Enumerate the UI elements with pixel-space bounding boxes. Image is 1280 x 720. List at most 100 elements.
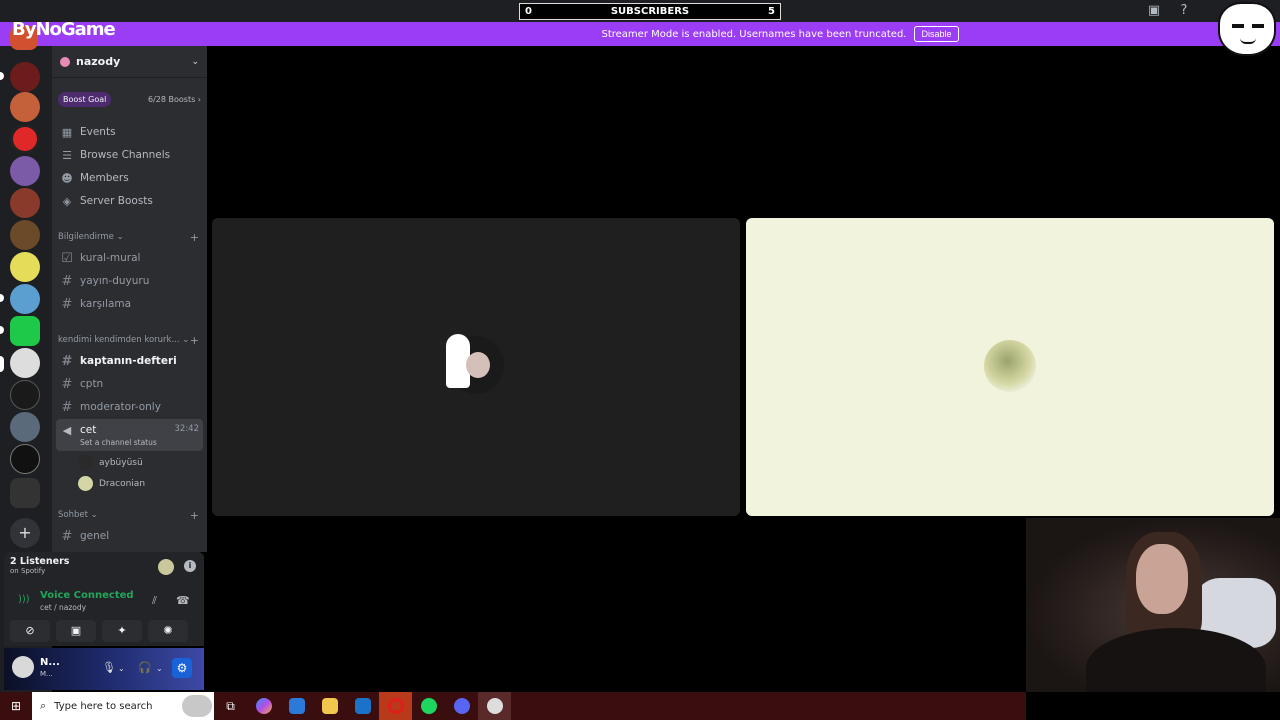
server-icon[interactable] (10, 62, 40, 92)
server-icon[interactable] (10, 316, 40, 346)
tile-avatar (984, 340, 1036, 392)
copilot-icon[interactable] (247, 692, 280, 720)
soundboard-icon[interactable]: ✺ (148, 620, 188, 642)
user-name[interactable]: N... (40, 657, 60, 668)
hash-icon: # (61, 376, 73, 392)
noise-suppression-icon[interactable]: ⫽ (152, 594, 157, 608)
channel-kural-mural[interactable]: ☑ kural-mural (56, 247, 203, 269)
voice-user-name: aybüyüsü (99, 457, 143, 468)
server-icon[interactable] (10, 188, 40, 218)
boost-icon: ◈ (62, 194, 72, 208)
voice-tile[interactable] (746, 218, 1274, 516)
server-icon[interactable] (10, 348, 40, 378)
nav-browse-channels[interactable]: ☰ Browse Channels (56, 144, 203, 166)
headphones-icon[interactable]: 🎧 (138, 661, 152, 674)
webcam-overlay (1026, 518, 1280, 692)
guild-name: nazody (76, 55, 121, 68)
add-channel-icon[interactable]: + (190, 334, 199, 347)
chevron-down-icon[interactable]: ⌄ (156, 664, 163, 673)
guild-header[interactable]: nazody ⌄ (52, 46, 207, 78)
screen-share-icon[interactable]: ▣ (56, 620, 96, 642)
discord-icon[interactable] (445, 692, 478, 720)
nav-server-boosts[interactable]: ◈ Server Boosts (56, 190, 203, 212)
disconnect-icon[interactable]: ☎ (176, 594, 190, 607)
voice-status[interactable]: Voice Connected (40, 590, 134, 601)
hash-icon: # (61, 273, 73, 289)
task-view-icon[interactable]: ⧉ (214, 692, 247, 720)
voice-channel-cet[interactable]: ◀ cet 32:42 Set a channel status (56, 419, 203, 451)
inbox-icon[interactable]: ▣ (1146, 3, 1162, 19)
nav-members[interactable]: ☻ Members (56, 167, 203, 189)
hash-icon: # (61, 353, 73, 369)
server-icon[interactable] (10, 124, 40, 154)
server-folder-icon[interactable] (10, 478, 40, 508)
screen: 0 SUBSCRIBERS 5 ▣ ? Streamer Mode is ena… (0, 0, 1280, 720)
server-icon[interactable] (10, 92, 40, 122)
streamer-mode-banner: Streamer Mode is enabled. Usernames have… (0, 22, 1280, 46)
channel-yayin-duyuru[interactable]: # yayın-duyuru (56, 270, 203, 292)
nav-label: Server Boosts (80, 195, 153, 207)
outlook-icon[interactable] (346, 692, 379, 720)
camera-off-icon[interactable]: ⊘ (10, 620, 50, 642)
server-icon[interactable] (10, 156, 40, 186)
voice-user[interactable]: aybüyüsü (52, 452, 207, 473)
channel-karsilama[interactable]: # karşılama (56, 293, 203, 315)
chevron-down-icon[interactable]: ⌄ (118, 664, 125, 673)
channel-name: yayın-duyuru (80, 275, 150, 287)
opera-icon[interactable] (379, 692, 412, 720)
add-server-icon[interactable]: + (10, 518, 40, 548)
boost-goal[interactable]: Boost Goal 6/28 Boosts › (58, 88, 201, 110)
category-label: Sohbet (58, 510, 88, 520)
channel-kaptanin-defteri[interactable]: # kaptanın-defteri (56, 350, 203, 372)
obs-icon[interactable] (478, 692, 511, 720)
subscriber-count-right: 5 (768, 6, 775, 17)
server-icon[interactable] (10, 252, 40, 282)
spotify-listeners[interactable]: 2 Listeners on Spotify i (4, 552, 204, 582)
server-icon[interactable] (10, 284, 40, 314)
taskbar-search[interactable]: ⌕ Type here to search (32, 692, 214, 720)
nav-label: Events (80, 126, 116, 138)
category-info[interactable]: Bilgilendirme ⌄ + (52, 228, 207, 246)
add-channel-icon[interactable]: + (190, 231, 199, 244)
nav-events[interactable]: ▦ Events (56, 121, 203, 143)
category-voice[interactable]: kendimi kendimden korurk... ⌄ + (52, 331, 207, 349)
avatar[interactable] (12, 656, 34, 678)
guild-icon (60, 56, 70, 67)
server-icon[interactable] (10, 220, 40, 250)
search-placeholder: Type here to search (54, 700, 153, 712)
store-icon[interactable] (280, 692, 313, 720)
server-icon[interactable] (10, 380, 40, 410)
channel-status[interactable]: Set a channel status (60, 438, 199, 447)
unread-dot (0, 326, 4, 334)
voice-location[interactable]: cet / nazody (40, 603, 86, 612)
windows-start-icon[interactable]: ⊞ (0, 692, 32, 720)
channel-moderator-only[interactable]: # moderator-only (56, 396, 203, 418)
category-chat[interactable]: Sohbet ⌄ + (52, 506, 207, 524)
voice-tile[interactable] (212, 218, 740, 516)
speaker-icon: ◀ (62, 423, 72, 437)
server-icon[interactable] (10, 444, 40, 474)
info-icon[interactable]: i (184, 560, 196, 572)
activities-icon[interactable]: ✦ (102, 620, 142, 642)
channel-name: kural-mural (80, 252, 141, 264)
signal-icon[interactable]: ))) (18, 594, 30, 605)
channel-name: cptn (80, 378, 104, 390)
add-channel-icon[interactable]: + (190, 509, 199, 522)
title-bar: 0 SUBSCRIBERS 5 ▣ ? (0, 0, 1280, 22)
server-icon[interactable] (10, 412, 40, 442)
search-highlight-image (182, 695, 212, 717)
disable-button[interactable]: Disable (914, 26, 959, 42)
overlay-logo: ByNoGame (12, 19, 116, 40)
help-icon[interactable]: ? (1176, 3, 1192, 19)
rules-icon: ☑ (61, 250, 73, 266)
subscriber-counter: 0 SUBSCRIBERS 5 (519, 3, 781, 20)
file-explorer-icon[interactable] (313, 692, 346, 720)
channel-cptn[interactable]: # cptn (56, 373, 203, 395)
microphone-icon[interactable]: 🎙 (102, 661, 116, 674)
hash-icon: # (61, 296, 73, 312)
voice-user[interactable]: Draconian (52, 473, 207, 494)
listener-avatar (158, 559, 174, 575)
spotify-icon[interactable] (412, 692, 445, 720)
channel-genel[interactable]: # genel (56, 525, 203, 547)
gear-icon[interactable]: ⚙ (172, 658, 192, 678)
